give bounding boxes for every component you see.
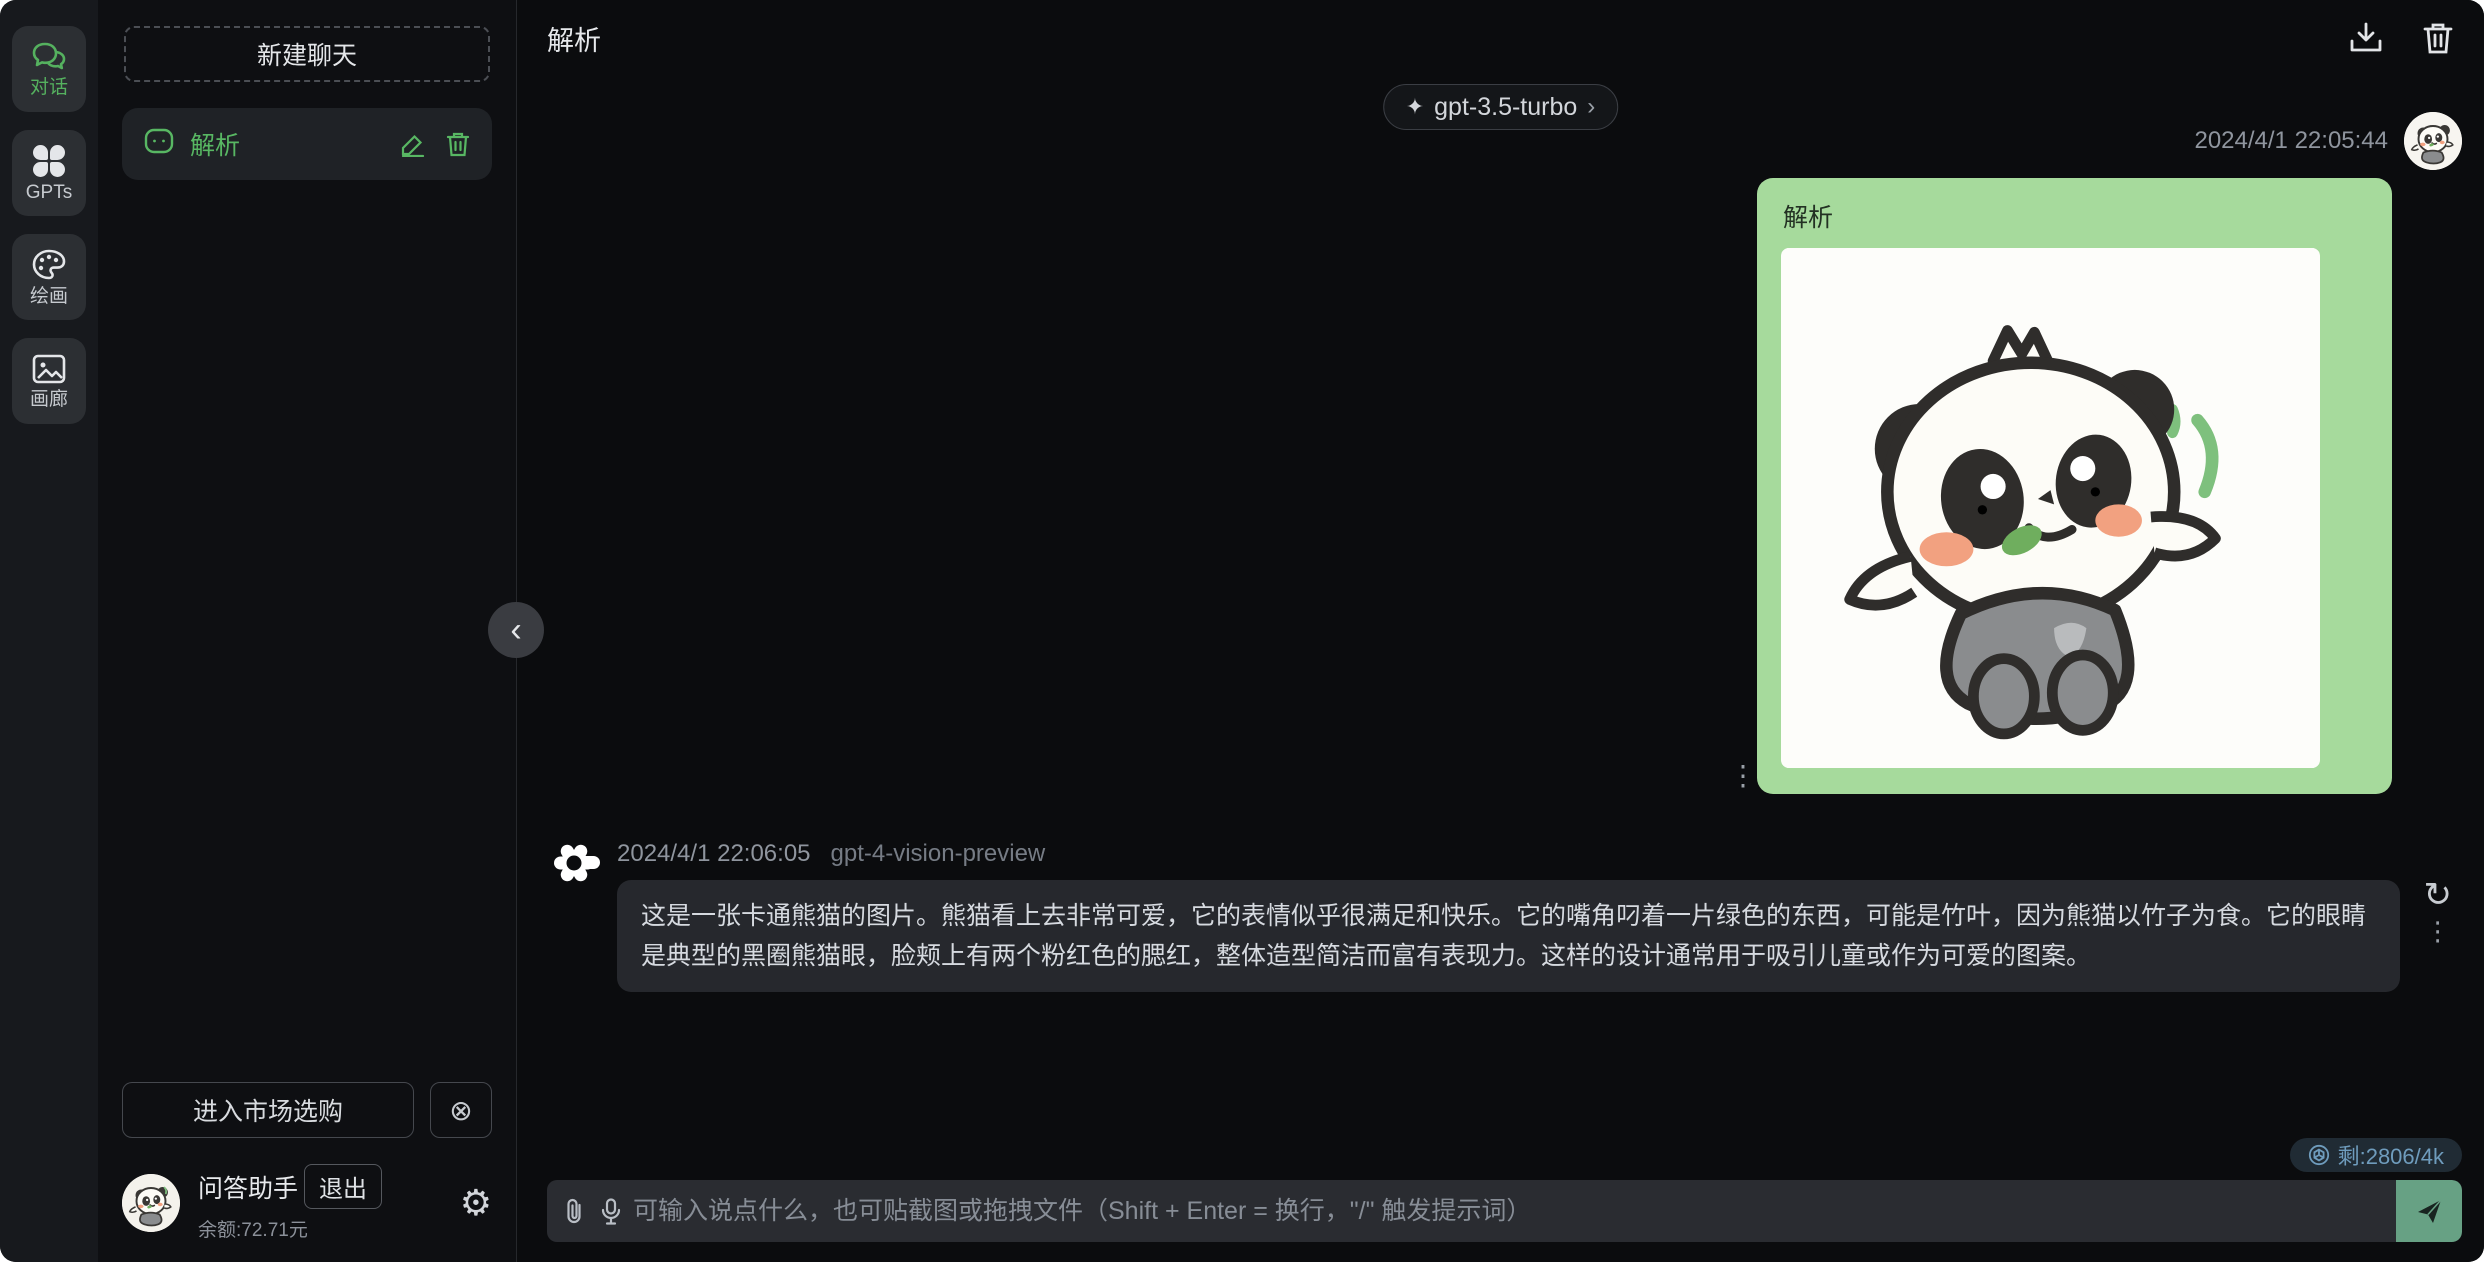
message-timestamp: 2024/4/1 22:06:05 xyxy=(617,840,811,868)
message-scroll-area[interactable]: ✦ gpt-3.5-turbo › 2024/4/1 22:05:44 xyxy=(517,76,2484,1138)
assistant-message-row: 2024/4/1 22:06:05 gpt-4-vision-preview 这… xyxy=(547,834,2462,992)
rail-item-label: GPTs xyxy=(26,183,72,202)
rail-item-gpts[interactable]: GPTs xyxy=(12,130,86,216)
chat-list-panel: 新建聊天 解析 xyxy=(98,0,517,1262)
token-remaining-badge: 剩:2806/4k xyxy=(2290,1138,2462,1172)
logout-button[interactable]: 退出 xyxy=(304,1164,382,1209)
chevron-right-icon: › xyxy=(1587,93,1595,121)
openai-logo-icon xyxy=(547,836,601,890)
message-input-bar xyxy=(547,1180,2462,1242)
send-button[interactable] xyxy=(2396,1180,2462,1242)
message-timestamp: 2024/4/1 22:05:44 xyxy=(2194,127,2388,155)
user-name: 问答助手 xyxy=(198,1169,298,1205)
sparkle-icon: ✦ xyxy=(1406,94,1424,120)
message-model-tag: gpt-4-vision-preview xyxy=(831,840,1046,868)
user-account-row: 问答助手 退出 余额:72.71元 ⚙ xyxy=(122,1164,492,1242)
clear-trash-icon[interactable] xyxy=(2422,21,2454,55)
assistant-message-bubble[interactable]: 这是一张卡通熊猫的图片。熊猫看上去非常可爱，它的表情似乎很满足和快乐。它的嘴角叼… xyxy=(617,880,2400,992)
gear-icon[interactable]: ⚙ xyxy=(460,1185,492,1221)
user-card-title: 解析 xyxy=(1783,198,2368,234)
attach-paperclip-icon[interactable] xyxy=(563,1198,585,1224)
delete-chat-icon[interactable] xyxy=(446,131,470,157)
user-message-row: 解析 xyxy=(547,178,2462,794)
rail-item-draw[interactable]: 绘画 xyxy=(12,234,86,320)
token-remaining-label: 剩:2806/4k xyxy=(2338,1139,2444,1171)
chat-list-item[interactable]: 解析 xyxy=(122,108,492,180)
user-avatar[interactable] xyxy=(122,1174,180,1232)
model-selector[interactable]: ✦ gpt-3.5-turbo › xyxy=(1383,84,1619,130)
regenerate-icon[interactable]: ↻ xyxy=(2424,878,2453,912)
icon-rail: 对话 GPTs 绘画 xyxy=(0,0,98,1262)
gpts-petals-icon xyxy=(33,145,65,177)
rail-item-label: 对话 xyxy=(30,78,68,97)
paper-plane-icon xyxy=(2414,1196,2444,1226)
collapse-sidebar-button[interactable]: ‹ xyxy=(488,602,544,658)
chevron-left-icon: ‹ xyxy=(510,611,521,650)
rail-item-gallery[interactable]: 画廊 xyxy=(12,338,86,424)
chat-bubbles-icon xyxy=(32,42,66,72)
circle-x-icon[interactable]: ⊗ xyxy=(430,1082,492,1138)
balance-label: 余额:72.71元 xyxy=(198,1215,382,1242)
rail-item-chat[interactable]: 对话 xyxy=(12,26,86,112)
token-icon xyxy=(2308,1144,2330,1166)
panel-bottom: 进入市场选购 ⊗ xyxy=(98,1082,516,1262)
chat-main: 解析 ✦ gpt-3.5-turbo › xyxy=(517,0,2484,1262)
rail-item-label: 绘画 xyxy=(30,287,68,306)
message-input[interactable] xyxy=(631,1180,2396,1242)
chat-topbar: 解析 xyxy=(517,0,2484,76)
edit-chat-icon[interactable] xyxy=(400,131,426,157)
composer-area: 剩:2806/4k xyxy=(517,1138,2484,1262)
attached-panda-image[interactable] xyxy=(1781,248,2320,768)
assistant-message-header: 2024/4/1 22:06:05 gpt-4-vision-preview xyxy=(617,840,2400,868)
microphone-icon[interactable] xyxy=(601,1198,621,1225)
gallery-image-icon xyxy=(32,354,66,384)
new-chat-button[interactable]: 新建聊天 xyxy=(124,26,490,82)
page-title: 解析 xyxy=(547,19,601,58)
export-download-icon[interactable] xyxy=(2348,21,2384,55)
app-window: 对话 GPTs 绘画 xyxy=(0,0,2484,1262)
chat-title: 解析 xyxy=(190,126,400,162)
model-selector-label: gpt-3.5-turbo xyxy=(1434,93,1577,122)
palette-icon xyxy=(32,249,66,281)
user-message-bubble[interactable]: 解析 xyxy=(1757,178,2392,794)
user-message-avatar xyxy=(2404,112,2462,170)
chat-face-icon xyxy=(144,128,174,161)
market-button[interactable]: 进入市场选购 xyxy=(122,1082,414,1138)
rail-item-label: 画廊 xyxy=(30,390,68,409)
message-more-icon[interactable]: ⋮ xyxy=(1729,759,1757,792)
message-more-icon[interactable]: ⋮ xyxy=(2425,918,2451,944)
